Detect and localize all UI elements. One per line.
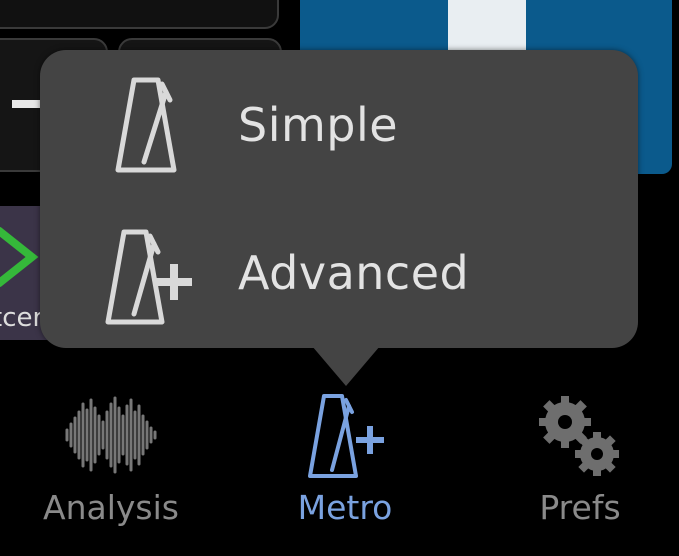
- menu-item-advanced[interactable]: Advanced: [40, 50, 638, 325]
- metronome-mode-popup: Simple Advanced: [40, 50, 638, 348]
- background-top-field: [0, 0, 279, 29]
- tab-prefs[interactable]: Prefs: [490, 380, 670, 556]
- waveform-icon: [65, 396, 157, 474]
- metronome-plus-icon: [308, 394, 384, 478]
- tab-metro[interactable]: Metro: [255, 380, 435, 556]
- metronome-plus-icon: [105, 229, 192, 325]
- background-tile-label: tcer: [0, 303, 44, 333]
- tab-label: Prefs: [539, 488, 621, 527]
- tab-label: Analysis: [43, 488, 179, 527]
- gears-icon: [539, 396, 619, 476]
- tab-analysis[interactable]: Analysis: [20, 380, 202, 556]
- menu-item-label: Advanced: [238, 246, 470, 300]
- background-panel-stripe: [448, 0, 526, 50]
- tab-label: Metro: [297, 488, 393, 527]
